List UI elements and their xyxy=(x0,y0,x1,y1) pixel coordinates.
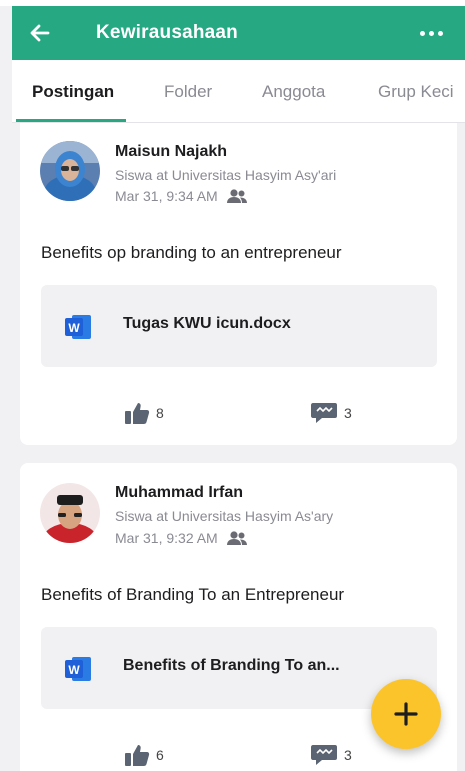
post-author[interactable]: Muhammad Irfan xyxy=(115,484,243,502)
app-bar: Kewirausahaan xyxy=(12,6,465,60)
more-horizontal-icon xyxy=(419,30,425,36)
active-tab-indicator xyxy=(16,119,126,122)
word-doc-icon: W xyxy=(65,657,91,681)
post-body: Benefits op branding to an entrepreneur xyxy=(41,243,342,262)
post-meta: Mar 31, 9:32 AM xyxy=(115,530,248,546)
post-author-subtitle: Siswa at Universitas Hasyim As'ary xyxy=(115,508,334,524)
arrow-left-icon xyxy=(30,24,50,42)
post-timestamp: Mar 31, 9:34 AM xyxy=(115,188,218,204)
post-card[interactable]: Maisun Najakh Siswa at Universitas Hasyi… xyxy=(20,123,457,445)
svg-text:W: W xyxy=(68,663,80,677)
comment-button[interactable]: 3 xyxy=(310,401,352,425)
attachment-name: Tugas KWU icun.docx xyxy=(123,315,291,332)
page-title: Kewirausahaan xyxy=(96,22,238,43)
more-button[interactable] xyxy=(411,18,451,48)
thumbs-up-icon xyxy=(125,745,150,766)
tab-anggota[interactable]: Anggota xyxy=(262,82,325,102)
like-count: 8 xyxy=(156,405,164,421)
comment-icon xyxy=(311,403,337,423)
word-doc-icon: W xyxy=(65,315,91,339)
comment-count: 3 xyxy=(344,747,352,763)
post-timestamp: Mar 31, 9:32 AM xyxy=(115,530,218,546)
tab-postingan[interactable]: Postingan xyxy=(32,82,114,102)
post-body: Benefits of Branding To an Entrepreneur xyxy=(41,585,345,604)
back-button[interactable] xyxy=(12,6,68,60)
attachment[interactable]: W Tugas KWU icun.docx xyxy=(41,285,437,367)
group-icon xyxy=(226,531,247,545)
comment-button[interactable]: 3 xyxy=(310,743,352,767)
post-author-subtitle: Siswa at Universitas Hasyim Asy'ari xyxy=(115,167,337,183)
like-button[interactable]: 6 xyxy=(124,743,164,767)
post-author[interactable]: Maisun Najakh xyxy=(115,143,227,161)
svg-text:W: W xyxy=(68,321,80,335)
group-icon xyxy=(226,189,247,203)
tab-bar: Postingan Folder Anggota Grup Keci xyxy=(12,60,465,123)
comment-count: 3 xyxy=(344,405,352,421)
attachment-name: Benefits of Branding To an... xyxy=(123,657,340,674)
plus-icon xyxy=(394,702,418,726)
tab-grup-kecil[interactable]: Grup Keci xyxy=(378,82,454,102)
thumbs-up-icon xyxy=(125,403,150,424)
avatar[interactable] xyxy=(40,141,100,201)
tab-folder[interactable]: Folder xyxy=(164,82,212,102)
avatar[interactable] xyxy=(40,483,100,543)
comment-icon xyxy=(311,745,337,765)
like-count: 6 xyxy=(156,747,164,763)
add-post-button[interactable] xyxy=(371,679,441,749)
like-button[interactable]: 8 xyxy=(124,401,164,425)
post-meta: Mar 31, 9:34 AM xyxy=(115,188,248,204)
